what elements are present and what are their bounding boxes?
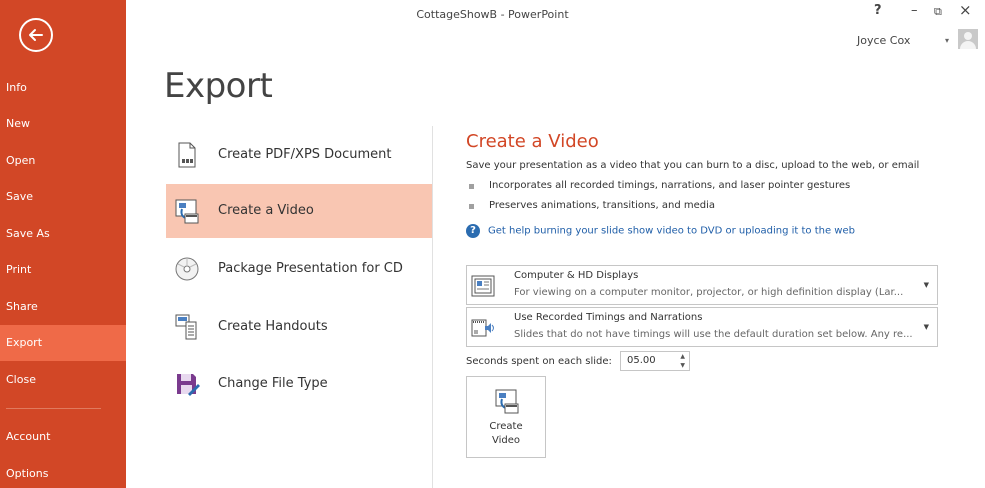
pdf-document-icon [178,142,196,168]
video-panel-description: Save your presentation as a video that y… [466,160,920,171]
seconds-per-slide-spinner[interactable]: 05.00 ▲ ▼ [620,351,690,371]
create-video-label-line2: Video [491,435,521,446]
timings-narrations-icon [471,319,494,337]
quality-dropdown-subtitle: For viewing on a computer monitor, proje… [514,287,904,298]
sidebar-item-new[interactable]: New [0,106,126,142]
option-label: Create a Video [218,203,314,218]
help-button[interactable]: ? [874,3,882,18]
sidebar-item-save[interactable]: Save [0,179,126,215]
chevron-down-icon: ▼ [923,323,929,331]
bullet-text: Preserves animations, transitions, and m… [489,200,716,211]
option-create-pdf-xps[interactable]: Create PDF/XPS Document [166,128,432,182]
cd-icon [175,257,199,281]
chevron-down-icon: ▼ [923,281,929,289]
help-link-text[interactable]: Get help burning your slide show video t… [488,226,855,237]
option-create-video[interactable]: Create a Video [166,184,432,238]
help-question-icon: ? [466,224,480,238]
quality-dropdown-title: Computer & HD Displays [514,270,639,281]
back-button[interactable] [19,18,53,52]
page-title: Export [164,66,273,106]
seconds-per-slide-label: Seconds spent on each slide: [466,356,612,367]
option-package-for-cd[interactable]: Package Presentation for CD [166,242,432,296]
video-icon [495,389,519,414]
timing-dropdown[interactable]: Use Recorded Timings and Narrations Slid… [466,307,938,347]
backstage-sidebar: Info New Open Save Save As Print Share E… [0,0,126,488]
minimize-button[interactable]: – [911,3,918,18]
panel-divider [432,126,433,488]
quality-dropdown[interactable]: Computer & HD Displays For viewing on a … [466,265,938,305]
seconds-value[interactable]: 05.00 [627,355,656,366]
sidebar-item-open[interactable]: Open [0,143,126,179]
sidebar-item-save-as[interactable]: Save As [0,216,126,252]
restore-button[interactable]: ⧉ [934,5,942,19]
monitor-icon [471,275,495,297]
back-arrow-icon [29,29,43,41]
create-video-label-line1: Create [489,421,523,432]
sidebar-item-info[interactable]: Info [0,70,126,106]
close-button[interactable]: × [959,1,972,19]
sidebar-item-options[interactable]: Options [0,456,126,488]
file-type-icon [177,374,200,396]
bullet-text: Incorporates all recorded timings, narra… [489,180,851,191]
sidebar-divider [6,408,101,409]
option-label: Create Handouts [218,319,328,334]
bullet-square-icon [469,184,474,189]
sidebar-item-account[interactable]: Account [0,419,126,455]
option-change-file-type[interactable]: Change File Type [166,357,432,411]
video-icon [175,199,199,224]
avatar[interactable] [958,29,978,49]
spinner-up-icon[interactable]: ▲ [680,353,685,360]
bullet-square-icon [469,204,474,209]
create-video-button[interactable]: Create Video [466,376,546,458]
video-panel-title: Create a Video [466,131,599,152]
timing-dropdown-subtitle: Slides that do not have timings will use… [514,329,913,340]
sidebar-item-close[interactable]: Close [0,362,126,398]
help-link[interactable]: ? Get help burning your slide show video … [466,224,855,238]
sidebar-item-export[interactable]: Export [0,325,126,361]
user-menu-caret-icon[interactable]: ▾ [945,36,949,45]
user-name[interactable]: Joyce Cox [857,34,910,47]
sidebar-item-print[interactable]: Print [0,252,126,288]
option-label: Package Presentation for CD [218,261,403,276]
handouts-icon [175,314,197,340]
option-label: Change File Type [218,376,328,391]
timing-dropdown-title: Use Recorded Timings and Narrations [514,312,703,323]
spinner-down-icon[interactable]: ▼ [680,362,685,369]
option-create-handouts[interactable]: Create Handouts [166,300,432,354]
option-label: Create PDF/XPS Document [218,147,392,162]
window-title: CottageShowB - PowerPoint [416,8,569,21]
sidebar-item-share[interactable]: Share [0,289,126,325]
